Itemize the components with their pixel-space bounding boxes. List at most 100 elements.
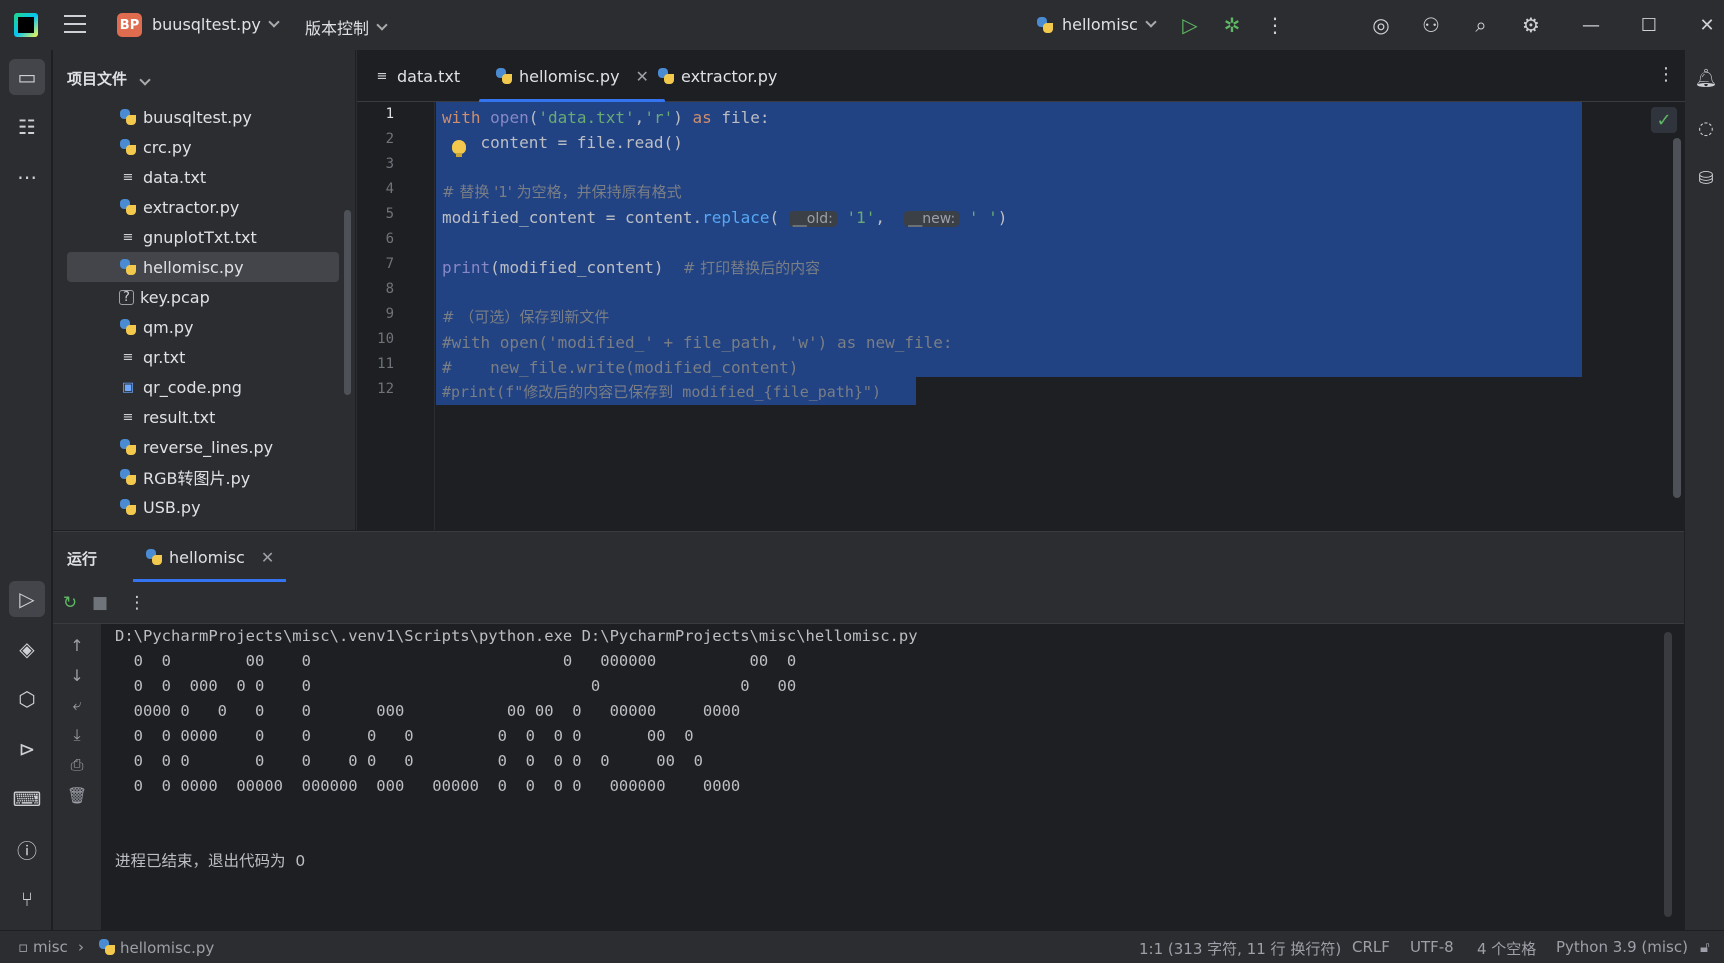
close-icon[interactable]: ✕ xyxy=(1694,12,1720,38)
tree-item-label: key.pcap xyxy=(140,287,210,307)
settings-icon[interactable]: ⚙ xyxy=(1518,12,1544,38)
run-tool-icon[interactable]: ▷ xyxy=(9,581,45,617)
project-view-selector[interactable]: 项目文件 xyxy=(67,68,151,89)
tab-label: data.txt xyxy=(397,66,461,86)
file-encoding[interactable]: UTF-8 xyxy=(1410,938,1454,956)
terminal-icon[interactable]: ⌨ xyxy=(9,781,45,817)
run-config-selector[interactable]: hellomisc xyxy=(1036,15,1157,34)
tree-item[interactable]: reverse_lines.py xyxy=(53,432,355,462)
tree-item[interactable]: ≡ data.txt xyxy=(53,162,355,192)
lock-icon[interactable]: 🔓︎ xyxy=(1700,938,1710,956)
line-number: 4 xyxy=(385,181,394,197)
project-tool-icon[interactable]: ▭ xyxy=(9,59,45,95)
project-selector[interactable]: buusqltest.py xyxy=(152,15,280,34)
python-file-icon xyxy=(119,468,137,486)
database-icon[interactable]: ⛁ xyxy=(1692,164,1720,192)
tree-item[interactable]: ≡ qr.txt xyxy=(53,342,355,372)
param-hint-old: __old: xyxy=(788,211,837,227)
debug-icon[interactable]: ✲ xyxy=(1219,12,1245,38)
tab-options-icon[interactable]: ⋮ xyxy=(1657,64,1675,85)
add-user-icon[interactable]: ⚇ xyxy=(1418,12,1444,38)
code-line-1: with open('data.txt','r') as file: xyxy=(442,108,770,127)
run-more-icon[interactable]: ⋮ xyxy=(124,590,150,616)
project-scrollbar[interactable] xyxy=(344,210,351,395)
console-line: 0 0 0000 0 0 0 0 0 0 0 0 00 0 xyxy=(115,727,694,745)
tree-item[interactable]: qm.py xyxy=(53,312,355,342)
tree-item[interactable]: USB.py xyxy=(53,492,355,522)
more-tools-icon[interactable]: ⋯ xyxy=(9,159,45,195)
run-panel-title: 运行 xyxy=(67,550,98,568)
maximize-icon[interactable]: ☐ xyxy=(1636,12,1662,38)
editor-tabs: ≡ data.txt hellomisc.py ✕ extractor.py ⋮ xyxy=(357,50,1685,103)
code-line-12: #print(f"修改后的内容已保存到 modified_{file_path}… xyxy=(442,383,881,401)
console-scrollbar[interactable] xyxy=(1664,632,1672,917)
run-tab-hellomisc[interactable]: hellomisc ✕ xyxy=(133,532,287,582)
indent-setting[interactable]: 4 个空格 xyxy=(1477,938,1536,959)
run-header: 运行 hellomisc ✕ xyxy=(53,532,1684,582)
ai-chat-icon[interactable]: ◌ xyxy=(1692,114,1720,142)
project-badge[interactable]: BP xyxy=(117,13,142,37)
text-file-icon: ≡ xyxy=(122,169,134,185)
run-icon[interactable]: ▷ xyxy=(1177,12,1203,38)
text-file-icon: ≡ xyxy=(122,229,134,245)
python-packages-icon[interactable]: ◈ xyxy=(9,631,45,667)
print-icon[interactable]: ⎙ xyxy=(64,752,90,778)
cursor-position[interactable]: 1:1 (313 字符, 11 行 换行符) xyxy=(1139,938,1341,959)
python-icon xyxy=(657,67,675,85)
interpreter-selector[interactable]: Python 3.9 (misc) xyxy=(1556,938,1688,956)
python-file-icon xyxy=(119,108,137,126)
tree-item-label: result.txt xyxy=(143,407,216,427)
close-tab-icon[interactable]: ✕ xyxy=(636,67,649,86)
tab-label: hellomisc.py xyxy=(519,66,620,86)
code-line-4: # 替换 '1' 为空格，并保持原有格式 xyxy=(442,183,682,201)
tree-item[interactable]: hellomisc.py xyxy=(67,252,339,282)
search-icon[interactable]: ⌕ xyxy=(1468,12,1494,38)
tab-data-txt[interactable]: ≡ data.txt xyxy=(373,50,461,102)
scroll-up-icon[interactable]: ↑ xyxy=(64,632,90,658)
tree-item-label: reverse_lines.py xyxy=(143,437,274,457)
notifications-icon[interactable]: 🔔︎ xyxy=(1692,64,1720,92)
line-separator[interactable]: CRLF xyxy=(1352,938,1390,956)
python-console-icon[interactable]: ⬡ xyxy=(9,681,45,717)
breadcrumb-project[interactable]: ▫ misc xyxy=(18,938,68,956)
line-number: 2 xyxy=(385,131,394,147)
editor-scrollbar[interactable] xyxy=(1673,138,1681,498)
code-area[interactable]: with open('data.txt','r') as file: conte… xyxy=(436,102,1685,530)
pycharm-logo-icon[interactable] xyxy=(14,13,38,37)
tree-item[interactable]: extractor.py xyxy=(53,192,355,222)
breadcrumb-file[interactable]: hellomisc.py xyxy=(98,938,214,957)
tree-item-label: data.txt xyxy=(143,167,207,187)
clear-all-icon[interactable]: 🗑︎ xyxy=(64,782,90,808)
tree-item[interactable]: ? key.pcap xyxy=(53,282,355,312)
tree-item[interactable]: ▣ qr_code.png xyxy=(53,372,355,402)
stop-icon[interactable]: ■ xyxy=(87,590,113,616)
tree-item[interactable]: buusqltest.py xyxy=(53,102,355,132)
tree-item[interactable]: RGB转图片.py xyxy=(53,462,355,492)
main-menu-icon[interactable] xyxy=(64,15,86,33)
tab-hellomisc-py[interactable]: hellomisc.py ✕ xyxy=(479,50,665,103)
inspection-ok-icon[interactable]: ✓ xyxy=(1651,107,1677,133)
tab-extractor-py[interactable]: extractor.py xyxy=(657,50,777,102)
more-actions-icon[interactable]: ⋮ xyxy=(1262,12,1288,38)
tree-item[interactable]: crc.py xyxy=(53,132,355,162)
problems-icon[interactable]: ⓘ xyxy=(9,831,45,867)
tree-item[interactable]: ≡ result.txt xyxy=(53,402,355,432)
vcs-menu[interactable]: 版本控制 xyxy=(305,15,388,39)
console-output[interactable]: D:\PycharmProjects\misc\.venv1\Scripts\p… xyxy=(115,624,1675,931)
close-run-tab-icon[interactable]: ✕ xyxy=(261,548,274,567)
scroll-down-icon[interactable]: ↓ xyxy=(64,662,90,688)
minimize-icon[interactable]: — xyxy=(1578,12,1604,38)
ai-assistant-icon[interactable]: ◎ xyxy=(1368,12,1394,38)
python-file-icon xyxy=(119,318,137,336)
structure-tool-icon[interactable]: ☷ xyxy=(9,109,45,145)
unknown-file-icon: ? xyxy=(119,289,134,305)
soft-wrap-icon[interactable]: ⤶ xyxy=(64,692,90,718)
code-line-11: # new_file.write(modified_content) xyxy=(442,358,799,377)
scroll-to-end-icon[interactable]: ⤓ xyxy=(64,722,90,748)
tree-item[interactable]: ≡ gnuplotTxt.txt xyxy=(53,222,355,252)
git-icon[interactable]: ⑂ xyxy=(9,881,45,917)
python-file-icon xyxy=(119,258,137,276)
rerun-icon[interactable]: ↻ xyxy=(57,590,83,616)
services-icon[interactable]: ⊳ xyxy=(9,731,45,767)
python-file-icon xyxy=(119,198,137,216)
